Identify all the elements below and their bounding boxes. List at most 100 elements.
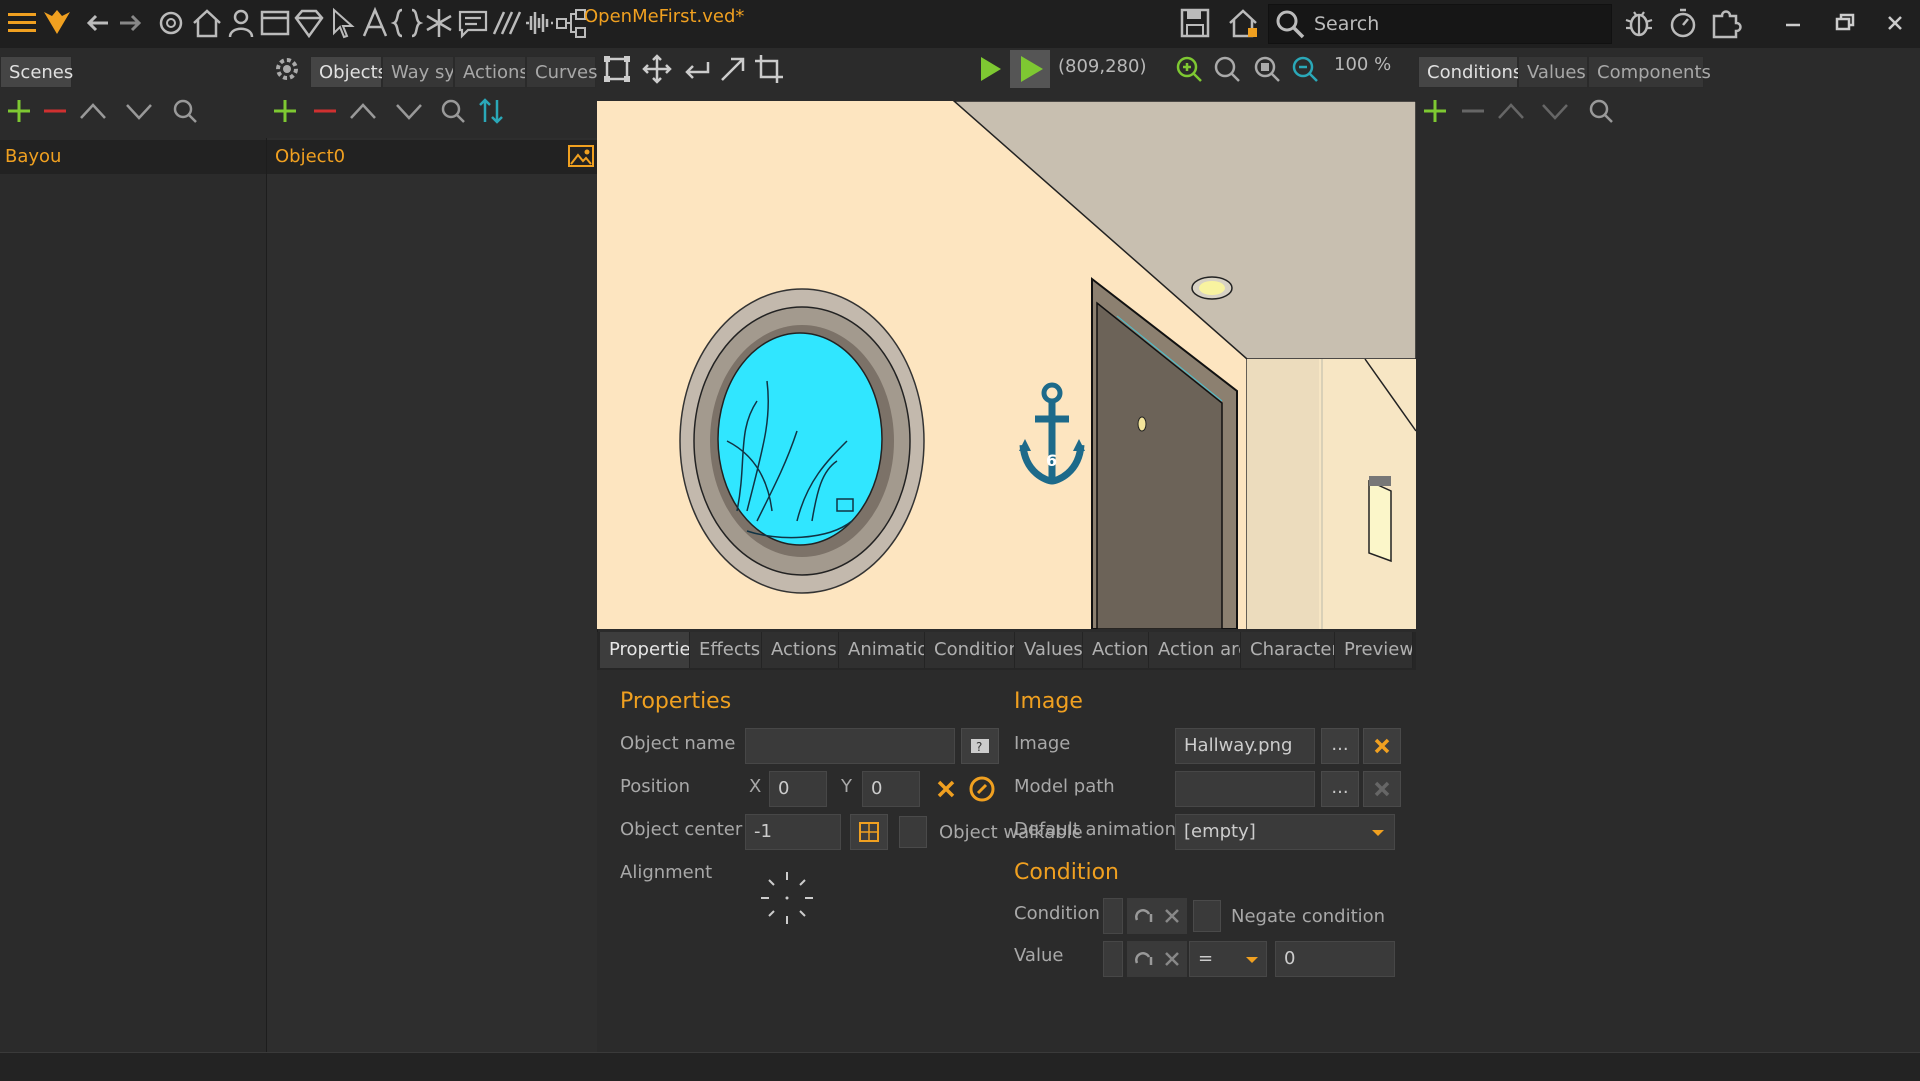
clear-value-icon[interactable]: [1159, 943, 1185, 975]
tab-conditions-prop[interactable]: Conditions: [925, 632, 1015, 668]
condition-field[interactable]: [1103, 898, 1123, 934]
condition-move-up-icon[interactable]: [1494, 94, 1528, 128]
value-link-icon[interactable]: [1131, 943, 1157, 975]
remove-condition-icon[interactable]: [1456, 94, 1490, 128]
default-animation-select[interactable]: [empty]: [1175, 814, 1395, 850]
speech-bubble-icon[interactable]: [456, 6, 490, 40]
move-icon[interactable]: [640, 52, 674, 86]
tab-animations[interactable]: Animations: [839, 632, 925, 668]
condition-value-field[interactable]: 0: [1275, 941, 1395, 977]
close-icon[interactable]: [1878, 6, 1912, 40]
condition-move-down-icon[interactable]: [1538, 94, 1572, 128]
tab-effects[interactable]: Effects: [690, 632, 762, 668]
image-clear-button[interactable]: [1363, 728, 1401, 764]
operator-select[interactable]: =: [1189, 941, 1267, 977]
object-name-help-button[interactable]: ?: [961, 728, 999, 764]
tab-objects[interactable]: Objects: [310, 56, 387, 88]
value-field[interactable]: [1103, 941, 1123, 977]
move-up-icon[interactable]: [76, 94, 110, 128]
model-path-clear-button[interactable]: [1363, 771, 1401, 807]
stopwatch-icon[interactable]: [1666, 6, 1700, 40]
link-icon[interactable]: [1131, 900, 1157, 932]
object-center-field[interactable]: -1: [745, 814, 841, 850]
search-box[interactable]: Search: [1268, 4, 1612, 44]
image-field[interactable]: Hallway.png: [1175, 728, 1315, 764]
gear-icon[interactable]: [154, 6, 188, 40]
play-icon[interactable]: [972, 52, 1006, 86]
add-condition-icon[interactable]: [1418, 94, 1452, 128]
position-x-field[interactable]: 0: [769, 771, 827, 807]
zoom-reset-icon[interactable]: [1210, 52, 1244, 86]
object-name-field[interactable]: [745, 728, 955, 764]
alignment-icon[interactable]: [757, 868, 817, 928]
tab-actions[interactable]: Actions: [454, 56, 526, 88]
add-scene-icon[interactable]: [2, 94, 36, 128]
settings-gear-icon[interactable]: [270, 52, 304, 86]
scene-viewport[interactable]: 6: [597, 101, 1416, 629]
remove-scene-icon[interactable]: [38, 94, 72, 128]
puzzle-icon[interactable]: [1710, 6, 1744, 40]
tab-values-prop[interactable]: Values: [1015, 632, 1083, 668]
remove-object-icon[interactable]: [308, 94, 342, 128]
user-icon[interactable]: [224, 6, 258, 40]
tab-properties[interactable]: Properties: [600, 632, 690, 668]
image-browse-button[interactable]: ...: [1321, 728, 1359, 764]
bounding-box-icon[interactable]: [600, 52, 634, 86]
model-path-field[interactable]: [1175, 771, 1315, 807]
search-input[interactable]: Search: [1314, 13, 1379, 35]
search-conditions-icon[interactable]: [1584, 94, 1618, 128]
add-object-icon[interactable]: [268, 94, 302, 128]
braces-icon[interactable]: [390, 6, 424, 40]
direction-arrow-icon[interactable]: [716, 52, 750, 86]
save-icon[interactable]: [1178, 6, 1212, 40]
object-center-pick-button[interactable]: [850, 814, 888, 850]
object-move-up-icon[interactable]: [346, 94, 380, 128]
play-scene-button[interactable]: [1010, 50, 1050, 88]
search-scenes-icon[interactable]: [168, 94, 202, 128]
position-y-field[interactable]: 0: [862, 771, 920, 807]
object-move-down-icon[interactable]: [392, 94, 426, 128]
tab-character[interactable]: Character: [1241, 632, 1335, 668]
tab-action[interactable]: Action: [1083, 632, 1149, 668]
forward-arrow-icon[interactable]: [114, 6, 148, 40]
tab-actions-prop[interactable]: Actions: [762, 632, 839, 668]
sort-icon[interactable]: [474, 94, 508, 128]
cursor-icon[interactable]: [326, 6, 360, 40]
snowflake-icon[interactable]: [422, 6, 456, 40]
tab-action-area[interactable]: Action area: [1149, 632, 1241, 668]
tab-values[interactable]: Values: [1518, 56, 1588, 88]
tab-curves[interactable]: Curves: [526, 56, 597, 88]
object-walkable-checkbox[interactable]: [899, 816, 927, 848]
list-item[interactable]: Bayou: [0, 140, 266, 174]
model-path-browse-button[interactable]: ...: [1321, 771, 1359, 807]
tab-scenes[interactable]: Scenes: [0, 56, 73, 88]
return-icon[interactable]: [680, 52, 714, 86]
tab-conditions[interactable]: Conditions: [1418, 56, 1522, 88]
list-item[interactable]: Object0: [267, 140, 597, 174]
tab-way-sys[interactable]: Way sys: [382, 56, 454, 88]
reset-position-icon[interactable]: [929, 772, 963, 806]
menu-icon[interactable]: [6, 6, 40, 40]
tab-preview[interactable]: Preview: [1335, 632, 1413, 668]
text-icon[interactable]: [358, 6, 392, 40]
node-graph-icon[interactable]: [554, 6, 588, 40]
zoom-fit-icon[interactable]: [1250, 52, 1284, 86]
crop-icon[interactable]: [752, 52, 786, 86]
audio-wave-icon[interactable]: [522, 6, 556, 40]
diamond-icon[interactable]: [292, 6, 326, 40]
clear-condition-icon[interactable]: [1159, 900, 1185, 932]
back-arrow-icon[interactable]: [82, 6, 116, 40]
window-icon[interactable]: [258, 6, 292, 40]
home-save-icon[interactable]: [1226, 6, 1260, 40]
bug-icon[interactable]: [1622, 6, 1656, 40]
minimize-icon[interactable]: [1776, 6, 1810, 40]
home-icon[interactable]: [190, 6, 224, 40]
move-down-icon[interactable]: [122, 94, 156, 128]
zoom-in-icon[interactable]: [1172, 52, 1206, 86]
pick-position-icon[interactable]: [965, 772, 999, 806]
restore-icon[interactable]: [1828, 6, 1862, 40]
search-objects-icon[interactable]: [436, 94, 470, 128]
negate-condition-checkbox[interactable]: [1193, 900, 1221, 932]
tab-components[interactable]: Components: [1588, 56, 1711, 88]
zoom-out-icon[interactable]: [1288, 52, 1322, 86]
